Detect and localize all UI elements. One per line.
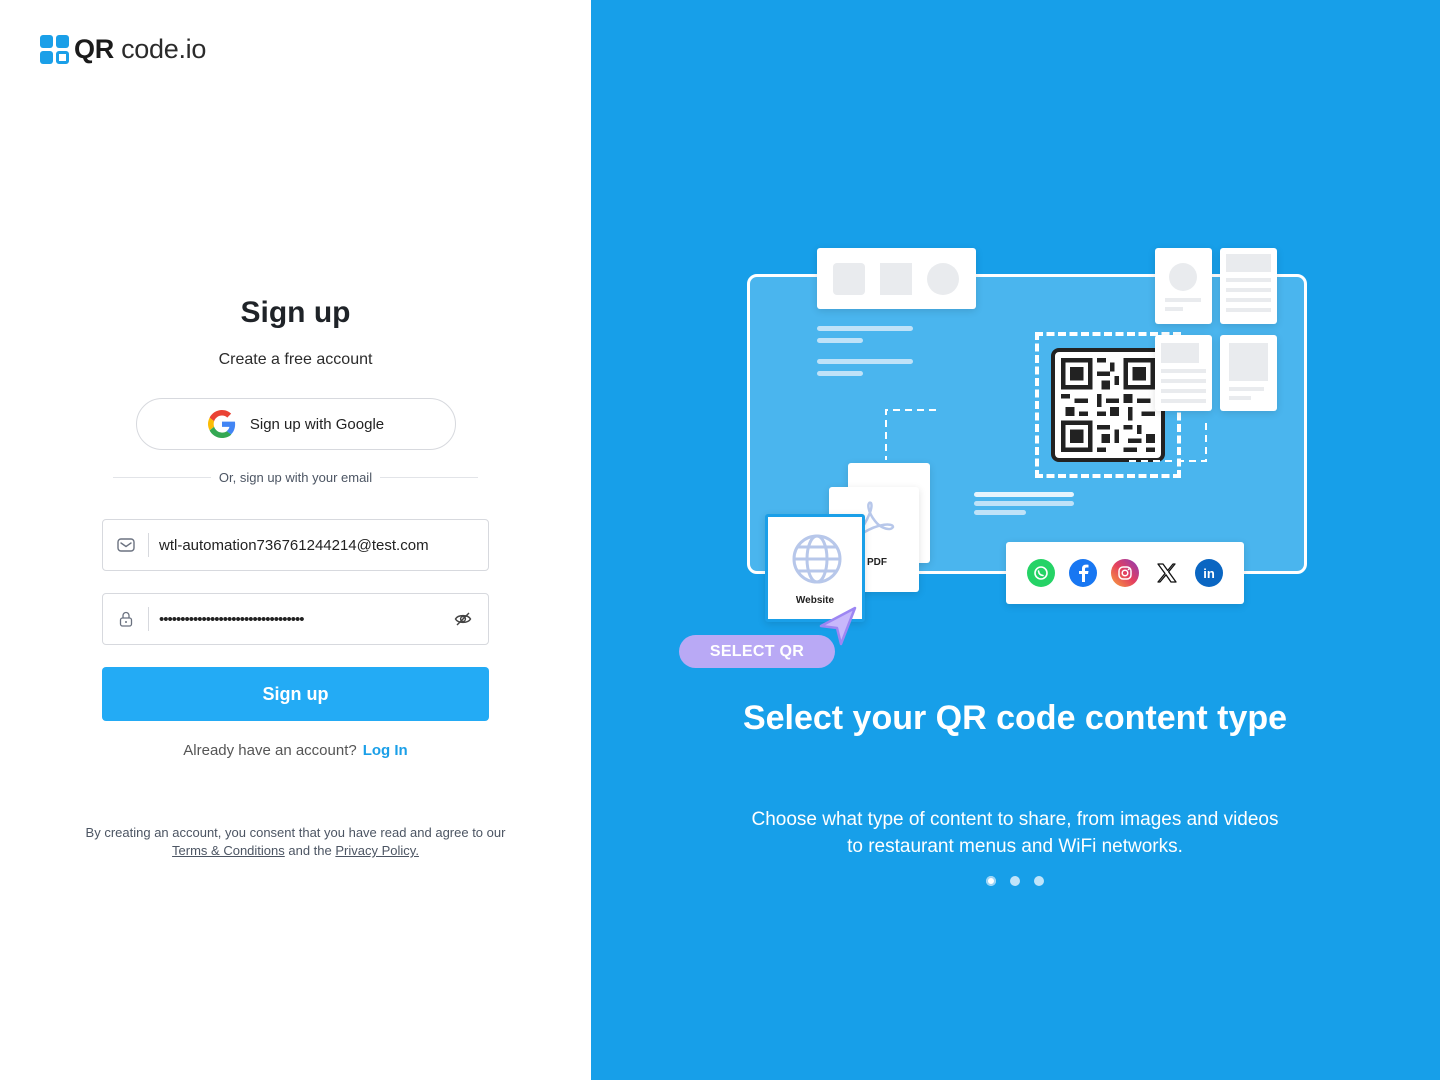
globe-icon — [792, 534, 842, 584]
login-prompt: Already have an account? Log In — [0, 742, 591, 759]
legal-middle: and the — [284, 843, 336, 858]
x-icon — [1153, 559, 1181, 587]
or-divider: Or, sign up with your email — [113, 470, 478, 485]
facebook-icon — [1069, 559, 1097, 587]
password-input[interactable] — [149, 594, 438, 644]
email-field[interactable] — [102, 519, 489, 571]
instagram-icon — [1111, 559, 1139, 587]
page-subtitle: Create a free account — [218, 351, 373, 368]
email-input[interactable] — [149, 520, 488, 570]
promo-panel: PDF Website SELECT QR in Select your QR … — [591, 0, 1440, 1080]
eye-off-icon[interactable] — [438, 594, 488, 644]
doc-card — [1220, 248, 1277, 324]
terms-link[interactable]: Terms & Conditions — [172, 843, 285, 858]
qr-logo-icon — [40, 34, 70, 65]
page-title: Sign up — [240, 296, 351, 329]
qr-illustration: PDF Website SELECT QR in — [671, 240, 1331, 680]
carousel-dot[interactable] — [986, 876, 996, 886]
whatsapp-icon — [1027, 559, 1055, 587]
lock-icon — [103, 594, 148, 644]
password-field[interactable] — [102, 593, 489, 645]
google-icon — [207, 410, 235, 438]
privacy-link[interactable]: Privacy Policy. — [335, 843, 419, 858]
pdf-label: PDF — [867, 557, 887, 568]
illustration-toolbar-card — [817, 248, 976, 309]
promo-description: Choose what type of content to share, fr… — [751, 809, 1279, 857]
envelope-icon — [103, 520, 148, 570]
social-icons-card: in — [1006, 542, 1244, 604]
carousel-dots — [986, 876, 1044, 886]
logo-text: QR code.io — [74, 34, 207, 64]
logo[interactable]: QR code.io — [40, 34, 206, 65]
promo-title: Select your QR code content type — [742, 699, 1288, 737]
divider-line — [380, 477, 478, 478]
divider-line — [113, 477, 211, 478]
carousel-dot[interactable] — [1010, 876, 1020, 886]
google-signup-button[interactable]: Sign up with Google — [136, 398, 456, 450]
doc-card — [1155, 248, 1212, 324]
login-link[interactable]: Log In — [363, 742, 408, 759]
legal-prefix: By creating an account, you consent that… — [85, 825, 506, 840]
google-signup-label: Sign up with Google — [249, 415, 385, 433]
divider-text: Or, sign up with your email — [218, 470, 373, 485]
legal-notice: By creating an account, you consent that… — [70, 824, 521, 860]
doc-card — [1220, 335, 1277, 411]
select-qr-pill: SELECT QR — [679, 635, 835, 668]
signup-panel: QR code.io Sign up Create a free account… — [0, 0, 591, 1080]
linkedin-icon: in — [1195, 559, 1223, 587]
carousel-dot[interactable] — [1034, 876, 1044, 886]
login-prompt-text: Already have an account? — [183, 742, 357, 759]
doc-card — [1155, 335, 1212, 411]
signup-button[interactable]: Sign up — [102, 667, 489, 721]
